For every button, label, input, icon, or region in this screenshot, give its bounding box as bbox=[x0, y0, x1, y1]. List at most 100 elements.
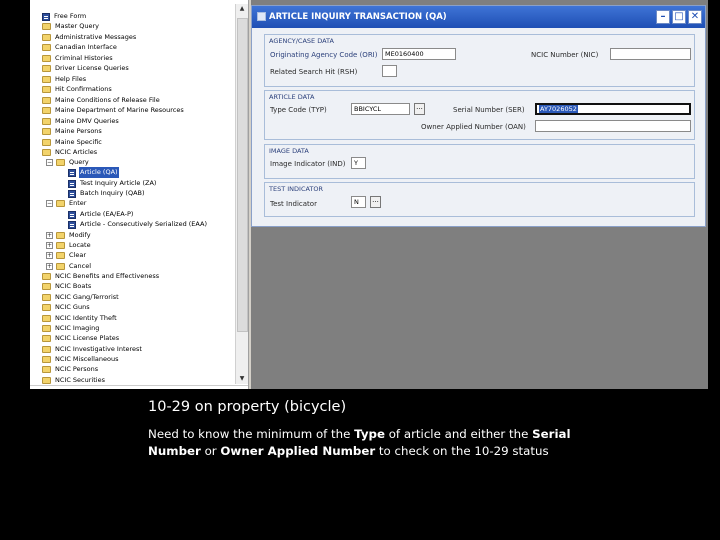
folder-icon bbox=[42, 315, 51, 322]
folder-open-icon bbox=[56, 159, 65, 166]
folder-icon bbox=[42, 44, 51, 51]
expand-icon[interactable]: + bbox=[46, 263, 53, 270]
rsh-label: Related Search Hit (RSH) bbox=[270, 68, 358, 76]
test-indicator-label: Test Indicator bbox=[270, 200, 317, 208]
folder-icon bbox=[42, 346, 51, 353]
oan-field[interactable] bbox=[535, 120, 691, 132]
folder-icon bbox=[42, 356, 51, 363]
form-icon bbox=[68, 168, 76, 177]
tree-item-ncic-persons[interactable]: NCIC Persons bbox=[42, 364, 99, 375]
folder-icon bbox=[42, 139, 51, 146]
folder-icon bbox=[42, 55, 51, 62]
maximize-button[interactable]: □ bbox=[672, 10, 686, 24]
test-indicator-field[interactable]: N bbox=[351, 196, 366, 208]
folder-icon bbox=[42, 65, 51, 72]
folder-icon bbox=[42, 283, 51, 290]
folder-icon bbox=[42, 128, 51, 135]
tree-item-canadian-interface[interactable]: Canadian Interface bbox=[42, 42, 118, 53]
nic-field[interactable] bbox=[610, 48, 691, 60]
ind-field[interactable]: Y bbox=[351, 157, 366, 169]
rsh-field[interactable] bbox=[382, 65, 397, 77]
nic-label: NCIC Number (NIC) bbox=[531, 51, 599, 59]
scrollbar-thumb[interactable] bbox=[237, 18, 248, 332]
form-icon bbox=[68, 220, 76, 229]
collapse-icon[interactable]: − bbox=[46, 200, 53, 207]
folder-icon bbox=[42, 34, 51, 41]
article-inquiry-window: ARTICLE INQUIRY TRANSACTION (QA) – □ ✕ A… bbox=[251, 5, 706, 227]
typ-label: Type Code (TYP) bbox=[270, 106, 327, 114]
test-indicator-group: TEST INDICATOR Test Indicator N ... bbox=[264, 182, 695, 217]
tree-item-hit-confirmations[interactable]: Hit Confirmations bbox=[42, 84, 113, 95]
body-text: to check on the 10-29 status bbox=[375, 444, 549, 458]
folder-icon bbox=[42, 76, 51, 83]
tree-item-article-qa[interactable]: Article (QA) bbox=[68, 167, 119, 178]
window-titlebar[interactable]: ARTICLE INQUIRY TRANSACTION (QA) – □ ✕ bbox=[252, 6, 705, 28]
folder-icon bbox=[42, 273, 51, 280]
folder-open-icon bbox=[56, 200, 65, 207]
close-button[interactable]: ✕ bbox=[688, 10, 702, 24]
folder-icon bbox=[42, 377, 51, 384]
folder-icon bbox=[42, 107, 51, 114]
tree-scrollbar[interactable]: ▲ ▼ bbox=[235, 4, 248, 384]
ind-label: Image Indicator (IND) bbox=[270, 160, 346, 168]
folder-icon bbox=[56, 252, 65, 259]
tree-item-master-query[interactable]: Master Query bbox=[42, 21, 100, 32]
form-window-icon bbox=[257, 12, 266, 21]
slide-title: 10-29 on property (bicycle) bbox=[148, 399, 347, 415]
test-indicator-lookup-button[interactable]: ... bbox=[370, 196, 381, 208]
tree-item-article-eaa[interactable]: Article - Consecutively Serialized (EAA) bbox=[68, 219, 208, 230]
folder-icon bbox=[42, 325, 51, 332]
agency-case-data-group: AGENCY/CASE DATA Originating Agency Code… bbox=[264, 34, 695, 87]
scroll-down-icon[interactable]: ▼ bbox=[236, 374, 248, 384]
body-text: of article and either the bbox=[384, 427, 533, 441]
ncic-client-window: Free Form Master Query Administrative Me… bbox=[30, 0, 708, 389]
scroll-up-icon[interactable]: ▲ bbox=[236, 4, 248, 14]
body-text: or bbox=[200, 444, 221, 458]
tree-item-maine-marine-resources[interactable]: Maine Department of Marine Resources bbox=[42, 105, 185, 116]
tree-item-driver-license-queries[interactable]: Driver License Queries bbox=[42, 63, 130, 74]
ser-label: Serial Number (SER) bbox=[453, 106, 525, 114]
folder-icon bbox=[42, 118, 51, 125]
minimize-button[interactable]: – bbox=[656, 10, 670, 24]
folder-icon bbox=[56, 263, 65, 270]
expand-icon[interactable]: + bbox=[46, 252, 53, 259]
tree-item-ncic-guns[interactable]: NCIC Guns bbox=[42, 302, 91, 313]
folder-open-icon bbox=[42, 149, 51, 156]
form-icon bbox=[42, 12, 50, 21]
form-icon bbox=[68, 179, 76, 188]
folder-icon bbox=[56, 242, 65, 249]
typ-lookup-button[interactable]: ... bbox=[414, 103, 425, 115]
expand-icon[interactable]: + bbox=[46, 232, 53, 239]
image-data-group: IMAGE DATA Image Indicator (IND) Y bbox=[264, 144, 695, 179]
navigation-tree-panel: Free Form Master Query Administrative Me… bbox=[30, 0, 248, 389]
workspace-area: ARTICLE INQUIRY TRANSACTION (QA) – □ ✕ A… bbox=[251, 0, 708, 389]
typ-field[interactable]: BBICYCL bbox=[351, 103, 410, 115]
group-title: ARTICLE DATA bbox=[269, 93, 315, 101]
oan-label: Owner Applied Number (OAN) bbox=[421, 123, 526, 131]
tree-item-ncic-boats[interactable]: NCIC Boats bbox=[42, 281, 92, 292]
collapse-icon[interactable]: − bbox=[46, 159, 53, 166]
status-divider bbox=[30, 385, 248, 389]
ser-field[interactable]: AY7026052 bbox=[535, 103, 691, 115]
tree-item-ncic-securities[interactable]: NCIC Securities bbox=[42, 375, 106, 385]
folder-icon bbox=[56, 232, 65, 239]
folder-icon bbox=[42, 23, 51, 30]
form-icon bbox=[68, 210, 76, 219]
ori-field[interactable]: ME0160400 bbox=[382, 48, 456, 60]
ori-label: Originating Agency Code (ORI) bbox=[270, 51, 378, 59]
tree-item-clear[interactable]: + Clear bbox=[46, 250, 87, 261]
window-title: ARTICLE INQUIRY TRANSACTION (QA) bbox=[269, 12, 447, 22]
tree-item-ncic-license-plates[interactable]: NCIC License Plates bbox=[42, 333, 120, 344]
folder-icon bbox=[42, 366, 51, 373]
group-title: IMAGE DATA bbox=[269, 147, 309, 155]
tree-item-maine-persons[interactable]: Maine Persons bbox=[42, 126, 103, 137]
article-data-group: ARTICLE DATA Type Code (TYP) BBICYCL ...… bbox=[264, 90, 695, 140]
folder-icon bbox=[42, 304, 51, 311]
navigation-tree: Free Form Master Query Administrative Me… bbox=[30, 0, 235, 385]
body-text-bold: Owner Applied Number bbox=[220, 444, 376, 458]
form-icon bbox=[68, 189, 76, 198]
group-title: AGENCY/CASE DATA bbox=[269, 37, 334, 45]
expand-icon[interactable]: + bbox=[46, 242, 53, 249]
folder-icon bbox=[42, 97, 51, 104]
tree-item-enter[interactable]: − Enter bbox=[46, 198, 87, 209]
